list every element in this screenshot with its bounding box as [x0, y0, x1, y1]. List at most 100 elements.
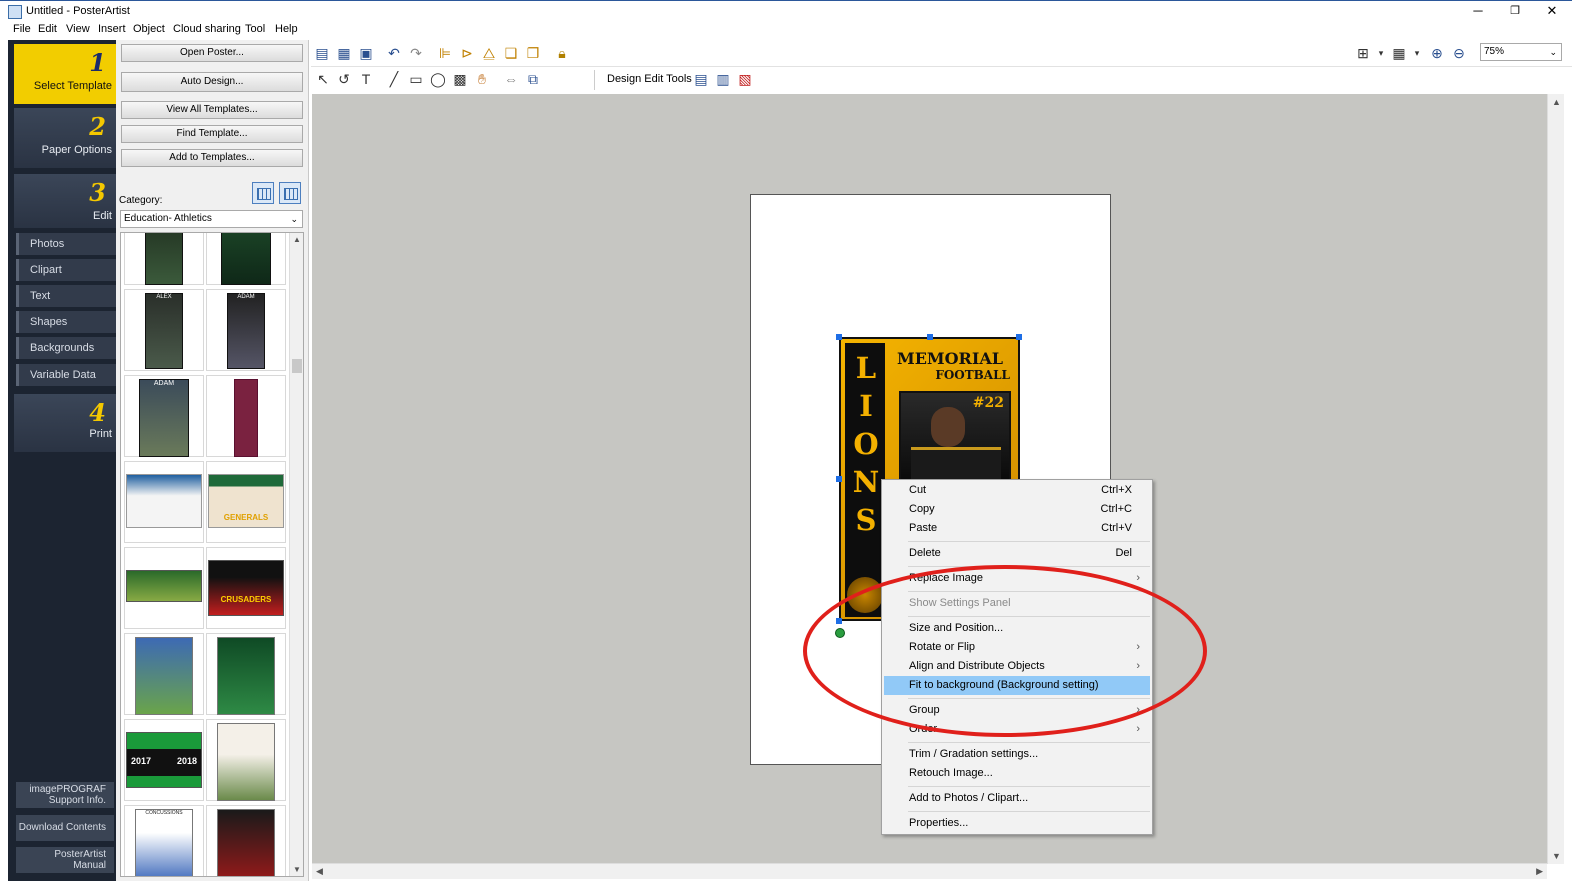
add-to-templates-button[interactable]: Add to Templates... [121, 149, 303, 167]
redo-icon[interactable]: ↷ [408, 45, 424, 61]
template-thumbnail[interactable] [206, 233, 286, 285]
select-arrow-icon[interactable]: ↖ [315, 71, 331, 87]
zoom-in-icon[interactable]: ⊕ [1429, 45, 1445, 61]
template-thumbnail[interactable]: GENERALS [206, 461, 286, 543]
rotate-icon[interactable]: ↺ [336, 71, 352, 87]
zoom-out-icon[interactable]: ⊖ [1451, 45, 1467, 61]
template-thumbnail[interactable]: 2017 2018 [124, 719, 204, 801]
menu-item-trim-gradation[interactable]: Trim / Gradation settings... [884, 745, 1150, 764]
download-contents-button[interactable]: Download Contents [16, 815, 114, 841]
template-thumbnail[interactable] [206, 719, 286, 801]
scroll-left-icon[interactable]: ◀ [316, 866, 323, 877]
template-thumbnail[interactable]: ADAM [206, 289, 286, 371]
menu-item-group[interactable]: Group › [884, 701, 1150, 720]
menu-item-cut[interactable]: Cut Ctrl+X [884, 481, 1150, 500]
menu-item-rotate-flip[interactable]: Rotate or Flip › [884, 638, 1150, 657]
flip-icon[interactable]: ⧋ [481, 45, 497, 61]
step-select-template[interactable]: 1 Select Template [14, 44, 116, 104]
sidebar-item-photos[interactable]: Photos [16, 233, 116, 255]
template-thumbnail[interactable] [124, 461, 204, 543]
template-thumbnail[interactable] [206, 633, 286, 715]
view-all-templates-button[interactable]: View All Templates... [121, 101, 303, 119]
menu-insert[interactable]: Insert [98, 23, 126, 35]
guide-icon[interactable]: ⊞ [1355, 45, 1371, 61]
canvas-horizontal-scrollbar[interactable]: ◀ ▶ [312, 863, 1547, 879]
rectangle-tool-icon[interactable]: ▭ [408, 71, 424, 87]
template-thumbnail[interactable] [124, 633, 204, 715]
new-poster-icon[interactable]: ▤ [314, 45, 330, 61]
step-paper-options[interactable]: 2 Paper Options [14, 108, 116, 168]
restore-button[interactable]: ❐ [1498, 2, 1532, 20]
menu-item-size-position[interactable]: Size and Position... [884, 619, 1150, 638]
menu-item-paste[interactable]: Paste Ctrl+V [884, 519, 1150, 538]
scroll-down-icon[interactable]: ▼ [293, 865, 301, 874]
template-thumbnail[interactable]: CONCUSSIONS [124, 805, 204, 876]
resize-handle[interactable] [1016, 334, 1022, 340]
open-icon[interactable]: ▦ [336, 45, 352, 61]
resize-handle[interactable] [836, 618, 842, 624]
menu-item-copy[interactable]: Copy Ctrl+C [884, 500, 1150, 519]
canvas-vertical-scrollbar[interactable]: ▲ ▼ [1547, 94, 1564, 864]
save-icon[interactable]: ▣ [358, 45, 374, 61]
scroll-down-icon[interactable]: ▼ [1552, 851, 1561, 861]
scroll-right-icon[interactable]: ▶ [1536, 866, 1543, 877]
template-thumbnail[interactable] [124, 547, 204, 629]
resize-handle[interactable] [927, 334, 933, 340]
resize-handle[interactable] [836, 476, 842, 482]
sidebar-item-clipart[interactable]: Clipart [16, 259, 116, 281]
find-template-button[interactable]: Find Template... [121, 125, 303, 143]
support-info-button[interactable]: imagePROGRAF Support Info. [16, 782, 114, 808]
resize-handle[interactable] [836, 334, 842, 340]
menu-view[interactable]: View [66, 23, 90, 35]
zoom-select[interactable]: 75% ⌄ [1480, 43, 1562, 61]
lock-icon[interactable]: 🔒︎ [554, 45, 570, 61]
step-edit[interactable]: 3 Edit [14, 174, 116, 228]
large-thumbnail-view-icon[interactable] [252, 182, 274, 204]
text-tool-icon[interactable]: T [358, 71, 374, 87]
template-thumbnail[interactable] [206, 805, 286, 876]
sidebar-item-backgrounds[interactable]: Backgrounds [16, 337, 116, 359]
menu-file[interactable]: File [13, 23, 31, 35]
align-icon[interactable]: ⊳ [459, 45, 475, 61]
arrange-icon[interactable]: ⧉ [525, 71, 541, 87]
scroll-up-icon[interactable]: ▲ [293, 235, 301, 244]
menu-cloud-sharing[interactable]: Cloud sharing [173, 23, 241, 35]
ellipse-tool-icon[interactable]: ◯ [430, 71, 446, 87]
close-button[interactable]: ✕ [1535, 2, 1569, 20]
menu-item-properties[interactable]: Properties... [884, 814, 1150, 833]
sidebar-item-variable-data[interactable]: Variable Data [16, 364, 116, 386]
menu-item-fit-to-background[interactable]: Fit to background (Background setting) [884, 676, 1150, 695]
template-thumbnail[interactable] [124, 233, 204, 285]
design-tool-1-icon[interactable]: ▤ [693, 71, 709, 87]
scroll-up-icon[interactable]: ▲ [1552, 97, 1561, 107]
menu-help[interactable]: Help [275, 23, 298, 35]
manual-button[interactable]: PosterArtist Manual [16, 847, 114, 873]
design-tool-2-icon[interactable]: ▥ [715, 71, 731, 87]
send-backward-icon[interactable]: ❐ [525, 45, 541, 61]
line-tool-icon[interactable]: ╱ [386, 71, 402, 87]
menu-item-replace-image[interactable]: Replace Image › [884, 569, 1150, 588]
template-thumbnail[interactable]: ADAM [124, 375, 204, 457]
bring-forward-icon[interactable]: ❏ [503, 45, 519, 61]
grid-icon[interactable]: ▦ [1391, 45, 1407, 61]
category-select[interactable]: Education- Athletics ⌄ [120, 210, 303, 228]
scroll-thumb[interactable] [292, 359, 302, 373]
small-thumbnail-view-icon[interactable] [279, 182, 301, 204]
qr-code-icon[interactable]: ▩ [452, 71, 468, 87]
chevron-down-icon[interactable]: ▾ [1409, 45, 1425, 61]
sidebar-item-text[interactable]: Text [16, 285, 116, 307]
template-thumbnail[interactable]: ALEX [124, 289, 204, 371]
menu-item-add-photos-clipart[interactable]: Add to Photos / Clipart... [884, 789, 1150, 808]
menu-edit[interactable]: Edit [38, 23, 57, 35]
menu-object[interactable]: Object [133, 23, 165, 35]
minimize-button[interactable]: ─ [1461, 2, 1495, 20]
rotate-handle[interactable] [835, 628, 845, 638]
design-tool-3-icon[interactable]: ▧ [737, 71, 753, 87]
auto-design-button[interactable]: Auto Design... [121, 72, 303, 92]
sidebar-item-shapes[interactable]: Shapes [16, 311, 116, 333]
step-print[interactable]: 4 Print [14, 394, 116, 452]
menu-item-retouch-image[interactable]: Retouch Image... [884, 764, 1150, 783]
template-thumbnail[interactable]: CRUSADERS [206, 547, 286, 629]
open-poster-button[interactable]: Open Poster... [121, 44, 303, 62]
hand-tool-icon[interactable]: ✋︎ [474, 71, 490, 87]
